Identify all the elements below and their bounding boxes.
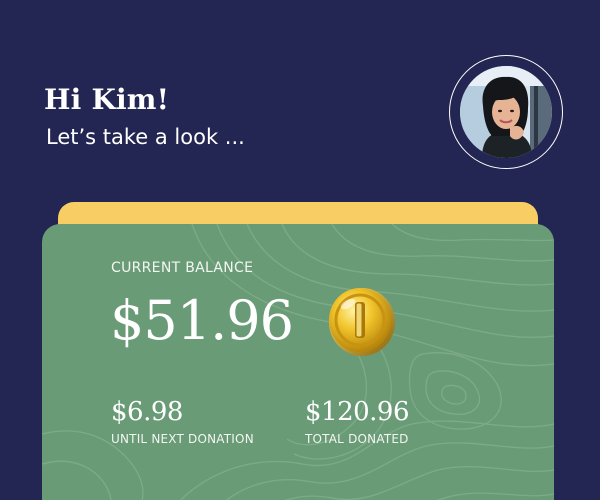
greeting-title: Hi Kim! [44,83,170,116]
stat-until-next-donation: $6.98 UNTIL NEXT DONATION [111,396,254,447]
stat-total-donated: $120.96 TOTAL DONATED [305,396,410,447]
gold-coin-icon [329,288,395,356]
total-donated-value: $120.96 [305,397,410,427]
balance-card[interactable]: CURRENT BALANCE $51.96 $6.98 UNTIL NEXT … [42,224,554,500]
until-next-donation-label: UNTIL NEXT DONATION [111,432,254,446]
avatar[interactable] [460,66,552,158]
total-donated-label: TOTAL DONATED [305,432,409,446]
greeting-subtitle: Let’s take a look ... [46,125,245,149]
home-screen: Hi Kim! Let’s take a look ... CURRENT BA… [0,0,600,500]
current-balance-label: CURRENT BALANCE [111,260,254,276]
until-next-donation-value: $6.98 [111,397,183,427]
current-balance-amount: $51.96 [110,289,294,352]
avatar-photo [460,66,552,158]
